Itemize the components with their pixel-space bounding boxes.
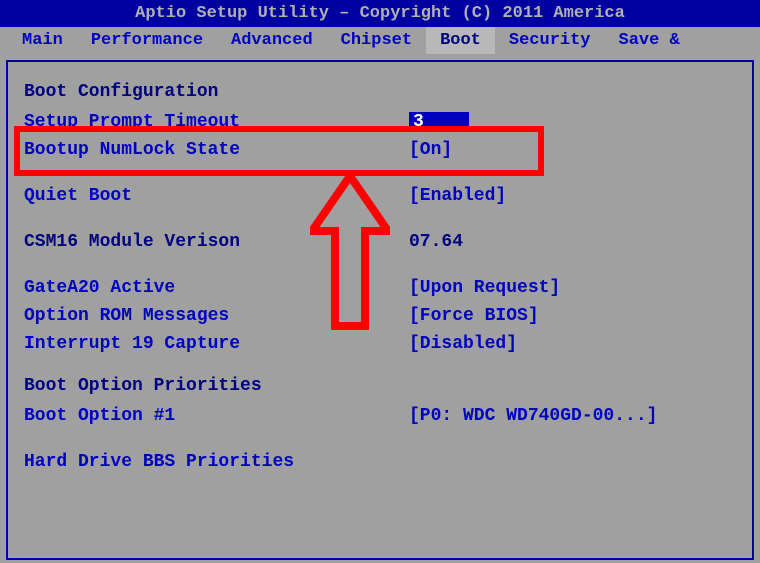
tab-performance[interactable]: Performance	[77, 27, 217, 54]
tab-security[interactable]: Security	[495, 27, 605, 54]
quiet-boot-value: [Enabled]	[409, 186, 506, 206]
tab-bar: Main Performance Advanced Chipset Boot S…	[0, 27, 760, 54]
csm-value: 07.64	[409, 232, 463, 252]
tab-advanced[interactable]: Advanced	[217, 27, 327, 54]
row-gatea20[interactable]: GateA20 Active [Upon Request]	[24, 274, 736, 302]
row-hdd-bbs[interactable]: Hard Drive BBS Priorities	[24, 448, 736, 476]
option-rom-value: [Force BIOS]	[409, 306, 539, 326]
interrupt19-value: [Disabled]	[409, 334, 517, 354]
setup-prompt-value[interactable]: 3	[409, 112, 469, 132]
quiet-boot-label: Quiet Boot	[24, 186, 409, 206]
csm-label: CSM16 Module Verison	[24, 232, 409, 252]
boot-option-1-label: Boot Option #1	[24, 406, 409, 426]
numlock-value: [On]	[409, 140, 452, 160]
tab-main[interactable]: Main	[8, 27, 77, 54]
row-numlock[interactable]: Bootup NumLock State [On]	[24, 136, 736, 164]
tab-boot[interactable]: Boot	[426, 27, 495, 54]
tab-save[interactable]: Save &	[605, 27, 694, 54]
tab-chipset[interactable]: Chipset	[327, 27, 426, 54]
option-rom-label: Option ROM Messages	[24, 306, 409, 326]
interrupt19-label: Interrupt 19 Capture	[24, 334, 409, 354]
setup-prompt-label: Setup Prompt Timeout	[24, 112, 409, 132]
boot-config-heading: Boot Configuration	[24, 82, 736, 102]
boot-panel: Boot Configuration Setup Prompt Timeout …	[6, 60, 754, 560]
row-interrupt19[interactable]: Interrupt 19 Capture [Disabled]	[24, 330, 736, 358]
row-quiet-boot[interactable]: Quiet Boot [Enabled]	[24, 182, 736, 210]
row-csm: CSM16 Module Verison 07.64	[24, 228, 736, 256]
bios-header: Aptio Setup Utility – Copyright (C) 2011…	[0, 0, 760, 27]
hdd-bbs-label: Hard Drive BBS Priorities	[24, 452, 409, 472]
bios-title: Aptio Setup Utility – Copyright (C) 2011…	[135, 4, 625, 23]
gatea20-label: GateA20 Active	[24, 278, 409, 298]
boot-priorities-heading: Boot Option Priorities	[24, 376, 736, 396]
row-setup-prompt[interactable]: Setup Prompt Timeout 3	[24, 108, 736, 136]
gatea20-value: [Upon Request]	[409, 278, 560, 298]
row-option-rom[interactable]: Option ROM Messages [Force BIOS]	[24, 302, 736, 330]
row-boot-option-1[interactable]: Boot Option #1 [P0: WDC WD740GD-00...]	[24, 402, 736, 430]
numlock-label: Bootup NumLock State	[24, 140, 409, 160]
boot-option-1-value: [P0: WDC WD740GD-00...]	[409, 406, 657, 426]
